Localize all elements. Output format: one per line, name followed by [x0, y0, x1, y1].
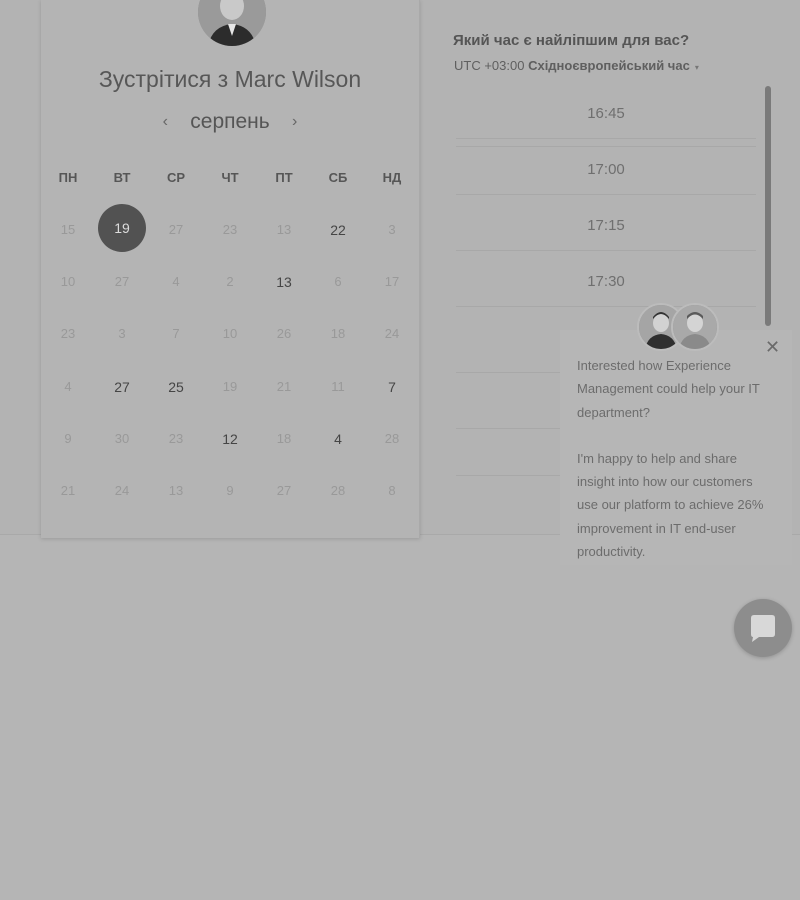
- weekday-label: ПТ: [275, 170, 293, 185]
- chat-bubble-icon: [751, 615, 775, 642]
- time-slot[interactable]: 17:00: [456, 146, 756, 195]
- weekday-label: ПН: [58, 170, 78, 185]
- calendar-day: 9: [64, 431, 72, 446]
- calendar-day: 26: [276, 326, 292, 341]
- calendar-day: 21: [60, 483, 76, 498]
- slot-divider: [456, 146, 756, 147]
- calendar-day-selected[interactable]: 19: [98, 204, 146, 252]
- month-label: серпень: [190, 110, 270, 133]
- calendar-day[interactable]: 7: [365, 379, 419, 395]
- calendar-day: 10: [60, 274, 76, 289]
- month-navigation: ‹ серпень ›: [41, 110, 419, 134]
- calendar-day: 4: [64, 379, 72, 394]
- time-slot[interactable]: 16:45: [456, 90, 756, 139]
- calendar-day[interactable]: 25: [149, 379, 203, 395]
- calendar-day: 2: [226, 274, 234, 289]
- calendar-day: 10: [222, 326, 238, 341]
- calendar-day: 19: [222, 379, 238, 394]
- calendar-day: 27: [168, 222, 184, 237]
- calendar-day: 28: [330, 483, 346, 498]
- calendar-day: 15: [60, 222, 76, 237]
- chat-agent-avatars: [637, 303, 719, 351]
- timezone-name: Східноєвропейський час: [528, 58, 690, 73]
- calendar-day: 4: [172, 274, 180, 289]
- calendar-day: 3: [118, 326, 126, 341]
- time-slot[interactable]: 17:15: [456, 202, 756, 251]
- calendar-day: 24: [114, 483, 130, 498]
- calendar-day: 13: [168, 483, 184, 498]
- calendar-day: 18: [330, 326, 346, 341]
- weekday-label: ЧТ: [221, 170, 239, 185]
- calendar-day: 6: [334, 274, 342, 289]
- host-avatar: [198, 0, 266, 46]
- weekday-label: СБ: [328, 170, 348, 185]
- chevron-left-icon[interactable]: ‹: [158, 113, 172, 131]
- calendar-day: 27: [276, 483, 292, 498]
- scrollbar[interactable]: [765, 86, 771, 326]
- calendar-day: 3: [388, 222, 396, 237]
- calendar-day: 28: [384, 431, 400, 446]
- calendar-day: 17: [384, 274, 400, 289]
- calendar-day: 9: [226, 483, 234, 498]
- calendar-day: 7: [172, 326, 180, 341]
- weekday-label: НД: [382, 170, 402, 185]
- calendar-day: 23: [168, 431, 184, 446]
- calendar-day: 24: [384, 326, 400, 341]
- timezone-offset: UTC +03:00: [454, 58, 525, 73]
- calendar-day[interactable]: 22: [311, 222, 365, 238]
- calendar-day: 23: [222, 222, 238, 237]
- caret-down-icon: ▾: [694, 63, 699, 72]
- calendar-day[interactable]: 4: [311, 431, 365, 447]
- calendar-day[interactable]: 12: [203, 431, 257, 447]
- weekday-label: СР: [166, 170, 186, 185]
- weekday-label: ВТ: [113, 170, 131, 185]
- meeting-title: Зустрітися з Marc Wilson: [98, 66, 362, 92]
- calendar-day: 18: [276, 431, 292, 446]
- timezone-selector[interactable]: UTC +03:00 Східноєвропейський час ▾: [454, 58, 699, 73]
- calendar-day[interactable]: 13: [257, 274, 311, 290]
- calendar-day: 11: [331, 379, 345, 394]
- calendar-day: 23: [60, 326, 76, 341]
- calendar-day: 30: [114, 431, 130, 446]
- chevron-right-icon[interactable]: ›: [288, 113, 302, 131]
- chat-message: Interested how Experience Management cou…: [577, 354, 777, 586]
- time-slot[interactable]: 17:30: [456, 258, 756, 307]
- calendar-day: 13: [276, 222, 292, 237]
- calendar-panel: Зустрітися з Marc Wilson ‹ серпень › ПН В…: [41, 0, 420, 538]
- calendar-day: 27: [114, 274, 130, 289]
- calendar-day[interactable]: 27: [95, 379, 149, 395]
- chat-message-paragraph: Interested how Experience Management cou…: [577, 358, 760, 420]
- chat-launcher-button[interactable]: [734, 599, 792, 657]
- calendar-day: 8: [388, 483, 396, 498]
- chat-message-paragraph: I'm happy to help and share insight into…: [577, 450, 764, 560]
- time-question: Який час є найліпшим для вас?: [453, 32, 690, 49]
- agent-avatar: [671, 303, 719, 351]
- calendar-day: 21: [276, 379, 292, 394]
